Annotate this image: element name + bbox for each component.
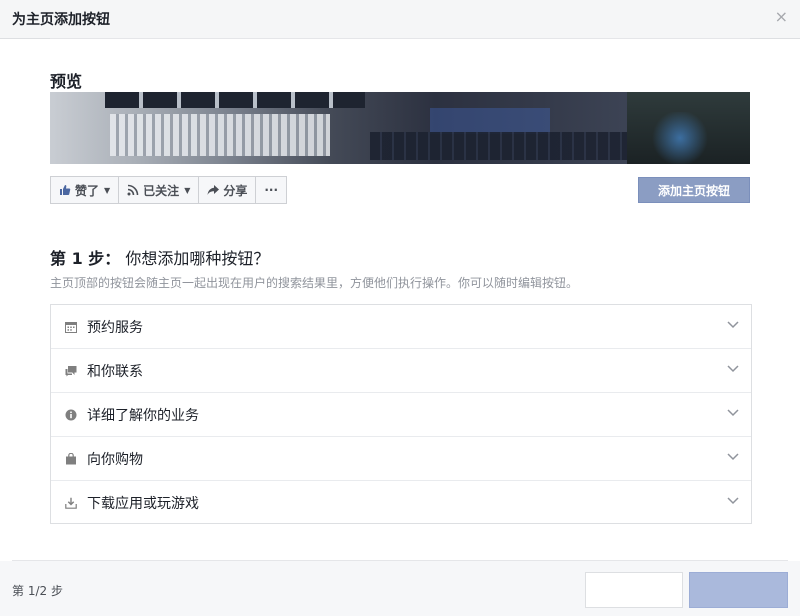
close-icon[interactable]: × bbox=[775, 9, 788, 25]
option-label: 预约服务 bbox=[87, 319, 143, 336]
like-label: 赞了 bbox=[75, 183, 100, 198]
button-options-list: 预约服务 和你联系 详细了解你的业务 向你购物 下载应用或玩游戏 bbox=[50, 304, 752, 524]
info-icon bbox=[65, 409, 77, 421]
share-button[interactable]: 分享 bbox=[198, 176, 257, 204]
chevron-down-icon bbox=[727, 321, 739, 329]
chevron-down-icon bbox=[727, 409, 739, 417]
cover-photo bbox=[50, 92, 750, 164]
chevron-down-icon bbox=[727, 453, 739, 461]
share-label: 分享 bbox=[223, 183, 248, 198]
follow-label: 已关注 bbox=[143, 183, 180, 198]
step-prefix: 第 1 步： bbox=[50, 249, 121, 268]
step-title: 第 1 步： 你想添加哪种按钮？ bbox=[50, 245, 269, 269]
add-page-button[interactable]: 添加主页按钮 bbox=[638, 177, 750, 203]
option-label: 下载应用或玩游戏 bbox=[87, 496, 199, 512]
share-arrow-icon bbox=[207, 185, 220, 195]
caret-down-icon: ▼ bbox=[104, 185, 111, 195]
option-learn-more[interactable]: 详细了解你的业务 bbox=[51, 393, 751, 437]
dialog-title: 为主页添加按钮 bbox=[12, 12, 110, 28]
option-label: 详细了解你的业务 bbox=[87, 407, 199, 424]
download-icon bbox=[65, 497, 77, 509]
option-book-service[interactable]: 预约服务 bbox=[51, 305, 751, 349]
caret-down-icon: ▼ bbox=[184, 185, 191, 195]
more-label: ··· bbox=[264, 183, 279, 197]
header-divider bbox=[50, 38, 750, 39]
option-contact-you[interactable]: 和你联系 bbox=[51, 349, 751, 393]
page-action-bar: 赞了 ▼ 已关注 ▼ 分享 ··· bbox=[50, 176, 288, 204]
follow-button[interactable]: 已关注 ▼ bbox=[118, 176, 200, 204]
rss-icon bbox=[127, 184, 139, 196]
option-download-app[interactable]: 下载应用或玩游戏 bbox=[51, 481, 751, 525]
step-description: 主页顶部的按钮会随主页一起出现在用户的搜索结果里，方便他们执行操作。你可以随时编… bbox=[50, 276, 579, 290]
chevron-down-icon bbox=[727, 497, 739, 505]
shopping-bag-icon bbox=[65, 452, 77, 465]
option-label: 向你购物 bbox=[87, 451, 143, 468]
dialog-footer: 第 1/2 步 bbox=[0, 561, 800, 616]
chat-bubbles-icon bbox=[65, 365, 77, 377]
chevron-down-icon bbox=[727, 365, 739, 373]
step-counter: 第 1/2 步 bbox=[12, 584, 63, 598]
preview-heading: 预览 bbox=[50, 72, 83, 91]
next-button[interactable] bbox=[689, 572, 788, 608]
step-question: 你想添加哪种按钮？ bbox=[125, 249, 270, 268]
option-shop-with-you[interactable]: 向你购物 bbox=[51, 437, 751, 481]
option-label: 和你联系 bbox=[87, 363, 143, 380]
add-button-dialog: 为主页添加按钮 × 预览 赞了 ▼ 已关注 ▼ 分享 ··· 添加主页按钮 第 … bbox=[0, 0, 800, 616]
dialog-header: 为主页添加按钮 × bbox=[0, 0, 800, 39]
thumbs-up-icon bbox=[60, 185, 71, 195]
like-button[interactable]: 赞了 ▼ bbox=[50, 176, 120, 204]
back-button[interactable] bbox=[585, 572, 683, 608]
more-options-button[interactable]: ··· bbox=[255, 176, 288, 204]
calendar-icon bbox=[65, 321, 77, 333]
